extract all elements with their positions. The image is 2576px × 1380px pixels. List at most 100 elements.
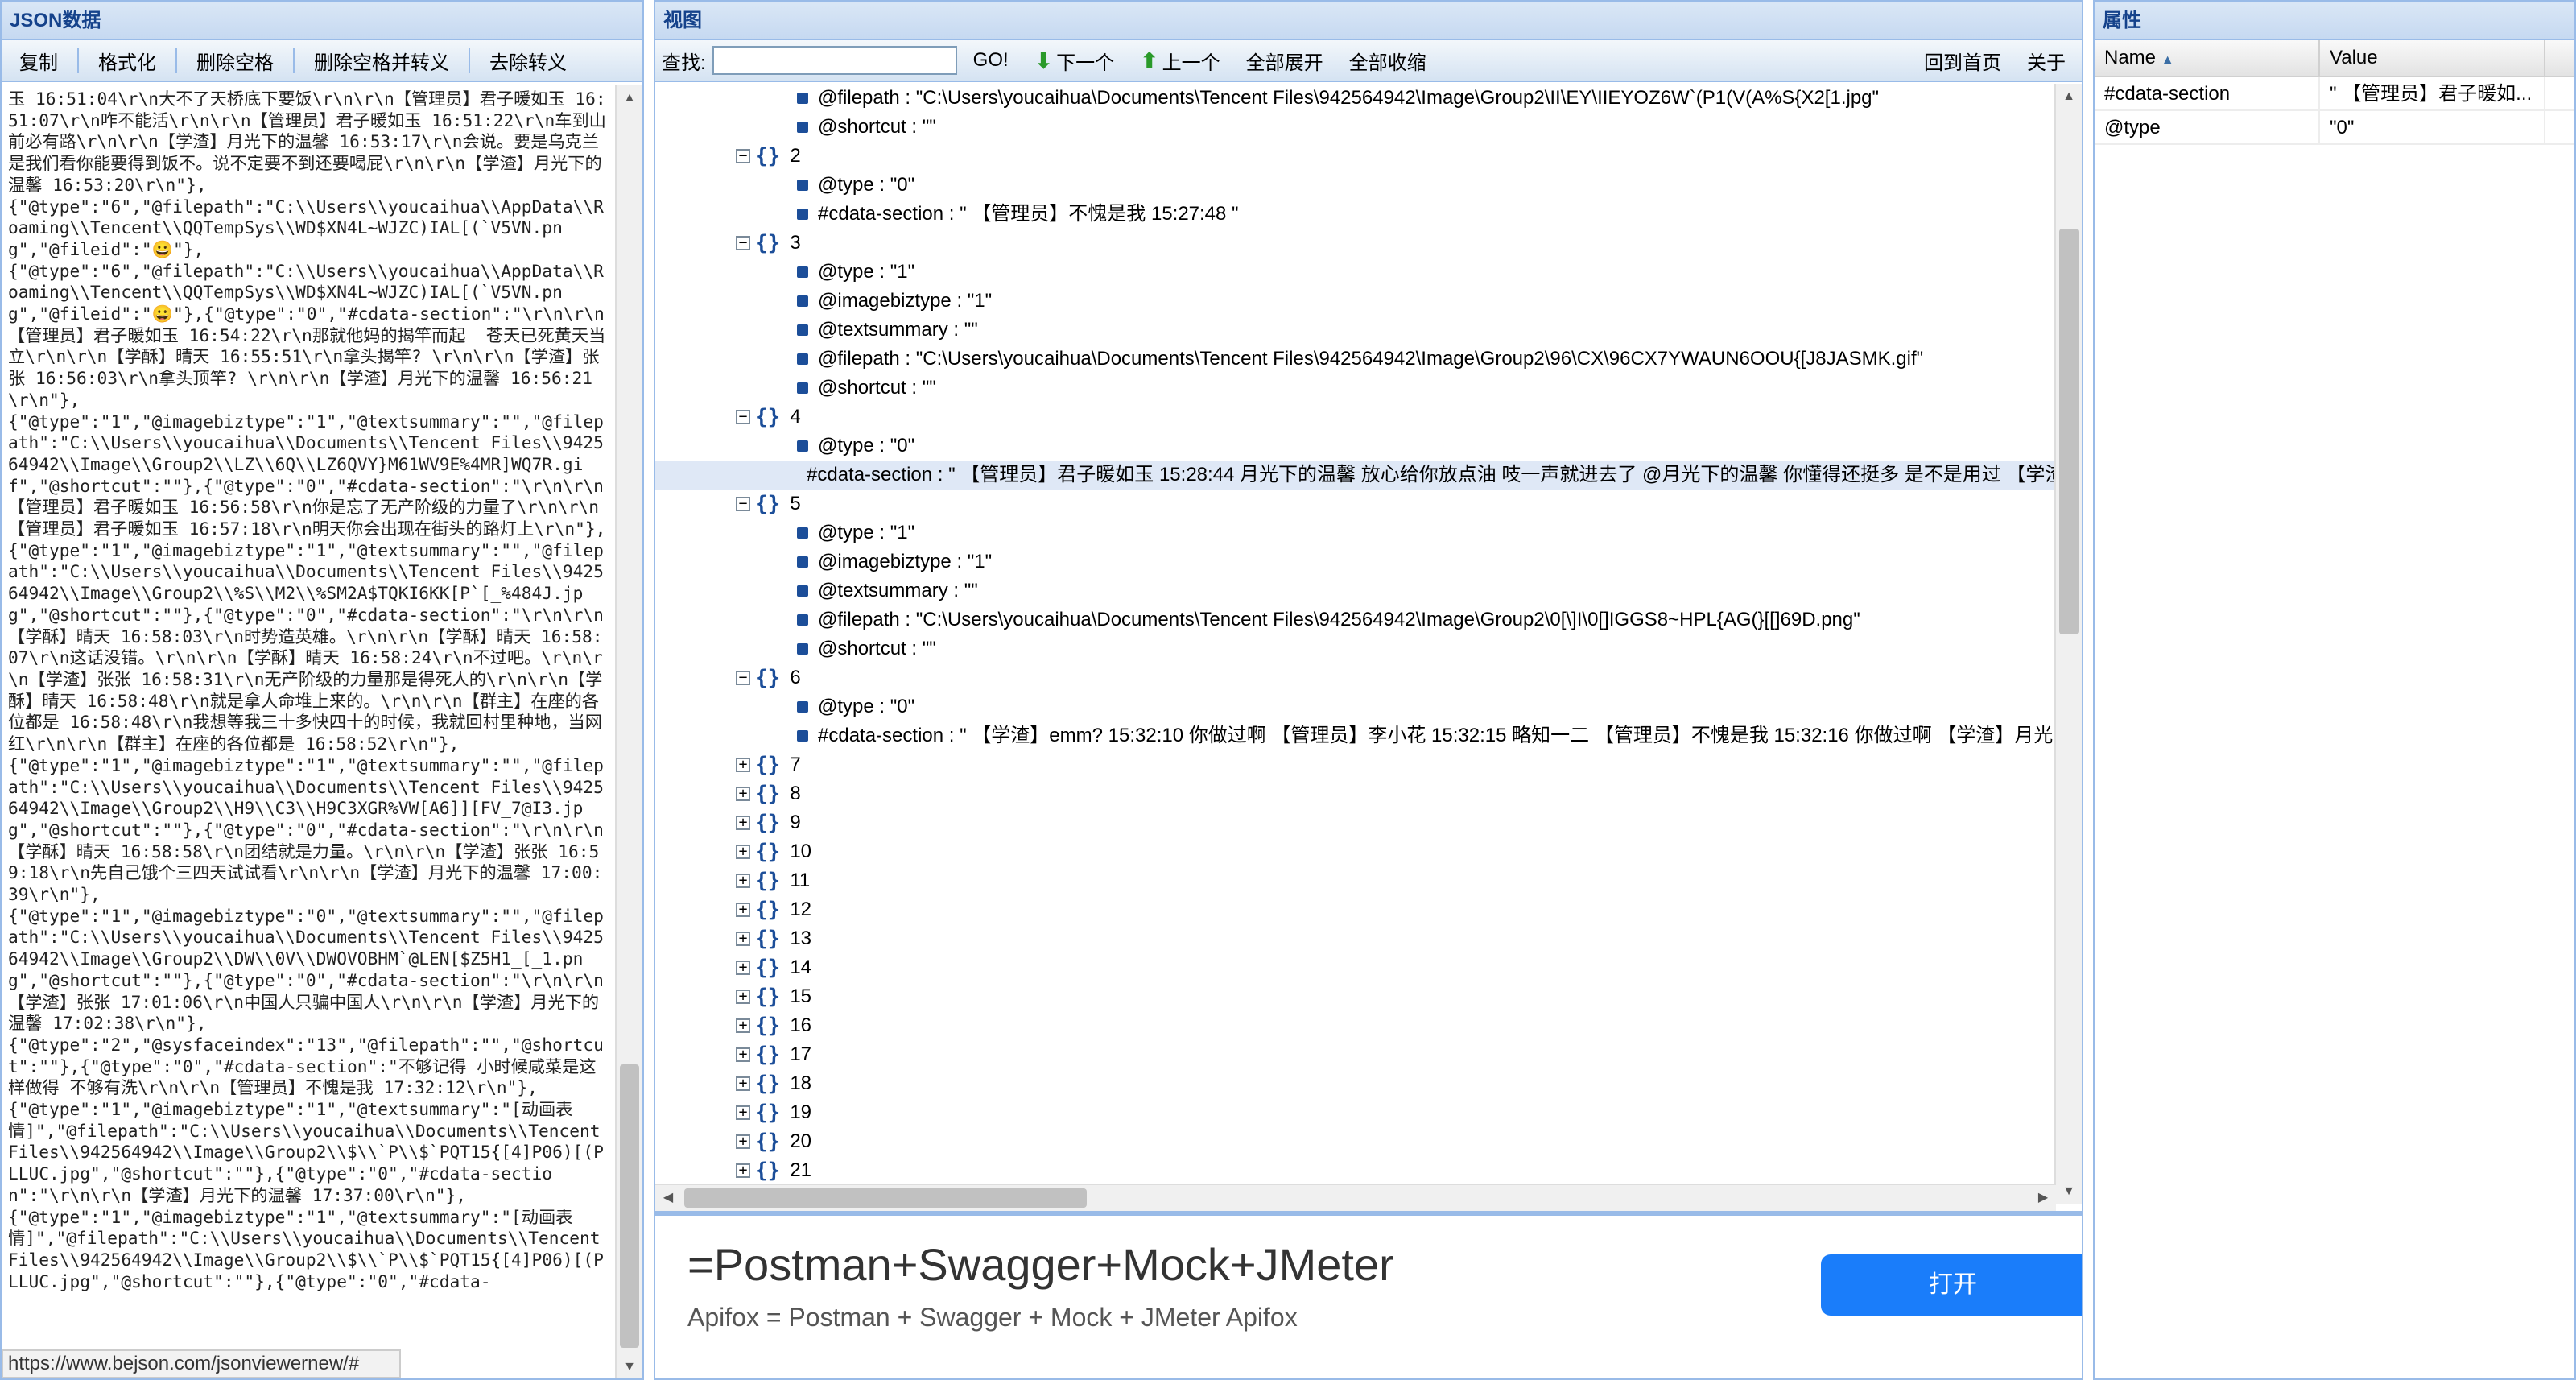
expand-icon[interactable]: +: [736, 1105, 750, 1120]
expand-icon[interactable]: +: [736, 816, 750, 830]
expand-all-button[interactable]: 全部展开: [1236, 47, 1333, 75]
tree-node[interactable]: + {} 20: [736, 1127, 811, 1156]
tree-leaf[interactable]: @textsummary : "": [797, 316, 978, 345]
expand-icon[interactable]: +: [736, 1134, 750, 1149]
expand-icon[interactable]: +: [736, 1018, 750, 1033]
tree-node[interactable]: + {} 9: [736, 808, 801, 837]
expand-icon[interactable]: +: [736, 1047, 750, 1062]
prev-match-button[interactable]: ⬆ 上一个: [1130, 47, 1229, 75]
tree-node[interactable]: + {} 8: [736, 779, 801, 808]
tree-leaf[interactable]: #cdata-section : " 【学渣】emm? 15:32:10 你做过…: [797, 721, 2056, 750]
tree-leaf[interactable]: @type : "1": [797, 519, 914, 547]
tree-node[interactable]: −{} 2: [736, 142, 801, 171]
collapse-icon[interactable]: −: [736, 671, 750, 685]
expand-icon[interactable]: +: [736, 990, 750, 1004]
expand-icon[interactable]: +: [736, 932, 750, 946]
property-row[interactable]: @type "0": [2095, 111, 2574, 145]
scrollbar-thumb[interactable]: [684, 1188, 1087, 1208]
tree-node[interactable]: + {} 7: [736, 750, 801, 779]
home-button[interactable]: 回到首页: [1914, 47, 2011, 75]
collapse-icon[interactable]: −: [736, 410, 750, 424]
tree-leaf[interactable]: @textsummary : "": [797, 576, 978, 605]
tree-leaf[interactable]: @imagebiztype : "1": [797, 287, 992, 316]
name-column-header[interactable]: Name ▲: [2095, 40, 2320, 76]
property-row[interactable]: #cdata-section " 【管理员】君子暖如...: [2095, 77, 2574, 111]
ad-banner[interactable]: =Postman+Swagger+Mock+JMeter Apifox = Po…: [655, 1211, 2082, 1378]
tree-node[interactable]: + {} 18: [736, 1069, 811, 1098]
tree-node[interactable]: + {} 14: [736, 953, 811, 982]
remove-whitespace-button[interactable]: 删除空格: [184, 43, 287, 78]
scrollbar-thumb[interactable]: [620, 1064, 639, 1348]
tree-leaf[interactable]: @filepath : "C:\Users\youcaihua\Document…: [797, 605, 1860, 634]
expand-icon[interactable]: +: [736, 845, 750, 859]
expand-icon[interactable]: +: [736, 961, 750, 975]
format-button[interactable]: 格式化: [85, 43, 169, 78]
tree-vertical-scrollbar[interactable]: ▲ ▼: [2054, 84, 2082, 1204]
tree-node[interactable]: + {} 17: [736, 1040, 811, 1069]
go-button[interactable]: GO!: [964, 49, 1018, 72]
tree-leaf[interactable]: @type : "0": [797, 171, 914, 200]
tree-leaf[interactable]: @shortcut : "": [797, 634, 936, 663]
tree-node[interactable]: + {} 11: [736, 866, 810, 895]
tree-node[interactable]: + {} 16: [736, 1011, 811, 1040]
scroll-up-icon[interactable]: ▲: [617, 85, 642, 111]
expand-icon[interactable]: +: [736, 758, 750, 772]
property-icon: [797, 730, 808, 742]
tree-leaf[interactable]: @type : "0": [797, 692, 914, 721]
object-icon: {}: [755, 840, 781, 864]
tree-leaf[interactable]: @shortcut : "": [797, 374, 936, 403]
tree-leaf[interactable]: @filepath : "C:\Users\youcaihua\Document…: [797, 345, 1923, 374]
tree-leaf[interactable]: @shortcut : "": [797, 113, 936, 142]
scroll-down-icon[interactable]: ▼: [617, 1354, 642, 1378]
value-column-header[interactable]: Value: [2320, 40, 2545, 76]
object-icon: {}: [755, 492, 781, 516]
ad-open-button[interactable]: 打开: [1821, 1254, 2082, 1316]
tree-node[interactable]: + {} 12: [736, 895, 811, 924]
scrollbar-thumb[interactable]: [2059, 229, 2079, 634]
expand-icon[interactable]: +: [736, 787, 750, 801]
unescape-button[interactable]: 去除转义: [477, 43, 580, 78]
property-icon: [797, 556, 808, 568]
tree-node[interactable]: + {} 13: [736, 924, 811, 953]
remove-whitespace-escape-button[interactable]: 删除空格并转义: [301, 43, 462, 78]
next-match-button[interactable]: ⬇ 下一个: [1025, 47, 1124, 75]
tree-node[interactable]: −{} 3: [736, 229, 801, 258]
expand-icon[interactable]: +: [736, 874, 750, 888]
expand-icon[interactable]: +: [736, 903, 750, 917]
collapse-icon[interactable]: −: [736, 236, 750, 250]
about-button[interactable]: 关于: [2017, 47, 2075, 75]
copy-button[interactable]: 复制: [6, 43, 71, 78]
property-name: @type: [2095, 111, 2320, 143]
expand-icon[interactable]: +: [736, 1163, 750, 1178]
collapse-icon[interactable]: −: [736, 149, 750, 163]
scroll-down-icon[interactable]: ▼: [2056, 1179, 2082, 1204]
scroll-up-icon[interactable]: ▲: [2056, 84, 2082, 109]
object-icon: {}: [755, 1072, 781, 1096]
scroll-right-icon[interactable]: ▶: [2030, 1185, 2056, 1211]
tree-item-label: 3: [790, 232, 801, 254]
tree-node[interactable]: + {} 10: [736, 837, 811, 866]
tree-leaf[interactable]: #cdata-section : " 【管理员】不愧是我 15:27:48 ": [797, 200, 1239, 229]
tree-node[interactable]: + {} 15: [736, 982, 811, 1011]
tree-item-label: #cdata-section : " 【学渣】emm? 15:32:10 你做过…: [818, 725, 2056, 746]
collapse-all-button[interactable]: 全部收缩: [1340, 47, 1436, 75]
tree-node[interactable]: −{} 4: [736, 403, 801, 432]
property-icon: [797, 643, 808, 655]
tree-leaf[interactable]: @filepath : "C:\Users\youcaihua\Document…: [797, 84, 1879, 113]
tree-node[interactable]: + {} 21: [736, 1156, 811, 1185]
tree-node[interactable]: −{} 5: [736, 490, 801, 519]
collapse-icon[interactable]: −: [736, 497, 750, 511]
tree-node[interactable]: −{} 6: [736, 663, 801, 692]
object-icon: {}: [755, 1159, 781, 1183]
tree-node[interactable]: + {} 19: [736, 1098, 811, 1127]
json-text-area[interactable]: 玉 16:51:04\r\n大不了天桥底下要饭\r\n\r\n【管理员】君子暖如…: [2, 85, 617, 1351]
scroll-left-icon[interactable]: ◀: [655, 1185, 681, 1211]
expand-icon[interactable]: +: [736, 1076, 750, 1091]
tree-leaf[interactable]: @type : "0": [797, 432, 914, 461]
tree-leaf[interactable]: @imagebiztype : "1": [797, 547, 992, 576]
json-text-scrollbar[interactable]: ▲ ▼: [615, 85, 642, 1378]
search-input[interactable]: [712, 46, 957, 75]
tree-leaf[interactable]: @type : "1": [797, 258, 914, 287]
tree-leaf[interactable]: #cdata-section : " 【管理员】君子暖如玉 15:28:44 月…: [655, 461, 2056, 490]
tree-horizontal-scrollbar[interactable]: ◀ ▶: [655, 1184, 2056, 1211]
